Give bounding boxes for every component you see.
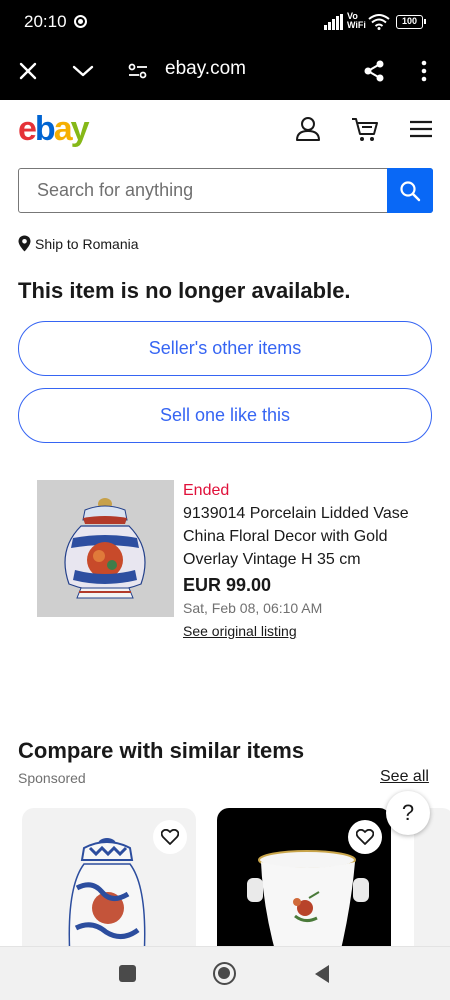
home-icon[interactable] — [213, 962, 236, 985]
cart-icon[interactable] — [350, 114, 380, 144]
share-icon[interactable] — [359, 56, 389, 86]
sponsored-label: Sponsored — [18, 770, 86, 786]
search-button[interactable] — [387, 168, 433, 213]
item-image[interactable] — [37, 480, 174, 617]
page: 20:10 Vo WiFi 100 ebay.com ebay Search f… — [0, 0, 450, 1000]
search-input[interactable] — [19, 169, 388, 211]
search-icon — [400, 180, 421, 201]
listing-status: Ended — [183, 482, 230, 499]
listing-price: EUR 99.00 — [183, 575, 272, 595]
user-icon[interactable] — [293, 114, 323, 144]
see-all-link[interactable]: See all — [380, 768, 429, 786]
recent-apps-icon[interactable] — [119, 965, 136, 982]
watch-heart-icon[interactable] — [348, 820, 382, 854]
similar-item-card[interactable] — [217, 808, 391, 958]
hamburger-menu-icon[interactable] — [408, 114, 438, 144]
ship-to-location[interactable]: Ship to Romania — [18, 235, 139, 252]
listing-date: Sat, Feb 08, 06:10 AM — [183, 600, 323, 616]
site-settings-icon[interactable] — [123, 56, 153, 86]
back-icon[interactable] — [313, 964, 331, 989]
status-bar: 20:10 Vo WiFi 100 — [0, 0, 450, 42]
ebay-logo[interactable]: ebay — [18, 110, 90, 149]
cast-icon — [74, 15, 87, 28]
close-icon[interactable] — [13, 56, 43, 86]
logo-letter-a: a — [53, 110, 73, 148]
logo-letter-e: e — [18, 110, 37, 148]
browser-toolbar: ebay.com — [0, 42, 450, 100]
section-title: Compare with similar items — [18, 738, 305, 763]
battery-icon: 100 — [396, 15, 426, 29]
listing-details: Ended 9139014 Porcelain Lidded Vase Chin… — [183, 480, 428, 643]
chevron-down-icon[interactable] — [68, 56, 98, 86]
see-original-listing-link[interactable]: See original listing — [183, 619, 428, 643]
logo-letter-y: y — [70, 110, 90, 148]
signal-icon — [324, 14, 346, 30]
more-options-icon[interactable] — [409, 56, 439, 86]
system-navigation-bar — [0, 946, 450, 1000]
vowifi-label: Vo WiFi — [347, 11, 366, 30]
similar-item-card[interactable] — [22, 808, 196, 958]
wifi-icon — [368, 14, 390, 30]
unavailable-notice: This item is no longer available. — [18, 278, 351, 303]
location-pin-icon — [18, 235, 31, 252]
url-bar[interactable]: ebay.com — [165, 58, 246, 80]
help-button[interactable]: ? — [386, 791, 430, 835]
ship-to-label: Ship to Romania — [35, 235, 139, 252]
sellers-other-items-button[interactable]: Seller's other items — [18, 321, 432, 376]
logo-letter-b: b — [34, 110, 56, 148]
vase-image — [37, 480, 174, 617]
sell-one-like-this-button[interactable]: Sell one like this — [18, 388, 432, 443]
listing-title[interactable]: 9139014 Porcelain Lidded Vase China Flor… — [183, 502, 428, 571]
status-time: 20:10 — [24, 12, 67, 31]
search-bar — [18, 168, 433, 213]
watch-heart-icon[interactable] — [153, 820, 187, 854]
